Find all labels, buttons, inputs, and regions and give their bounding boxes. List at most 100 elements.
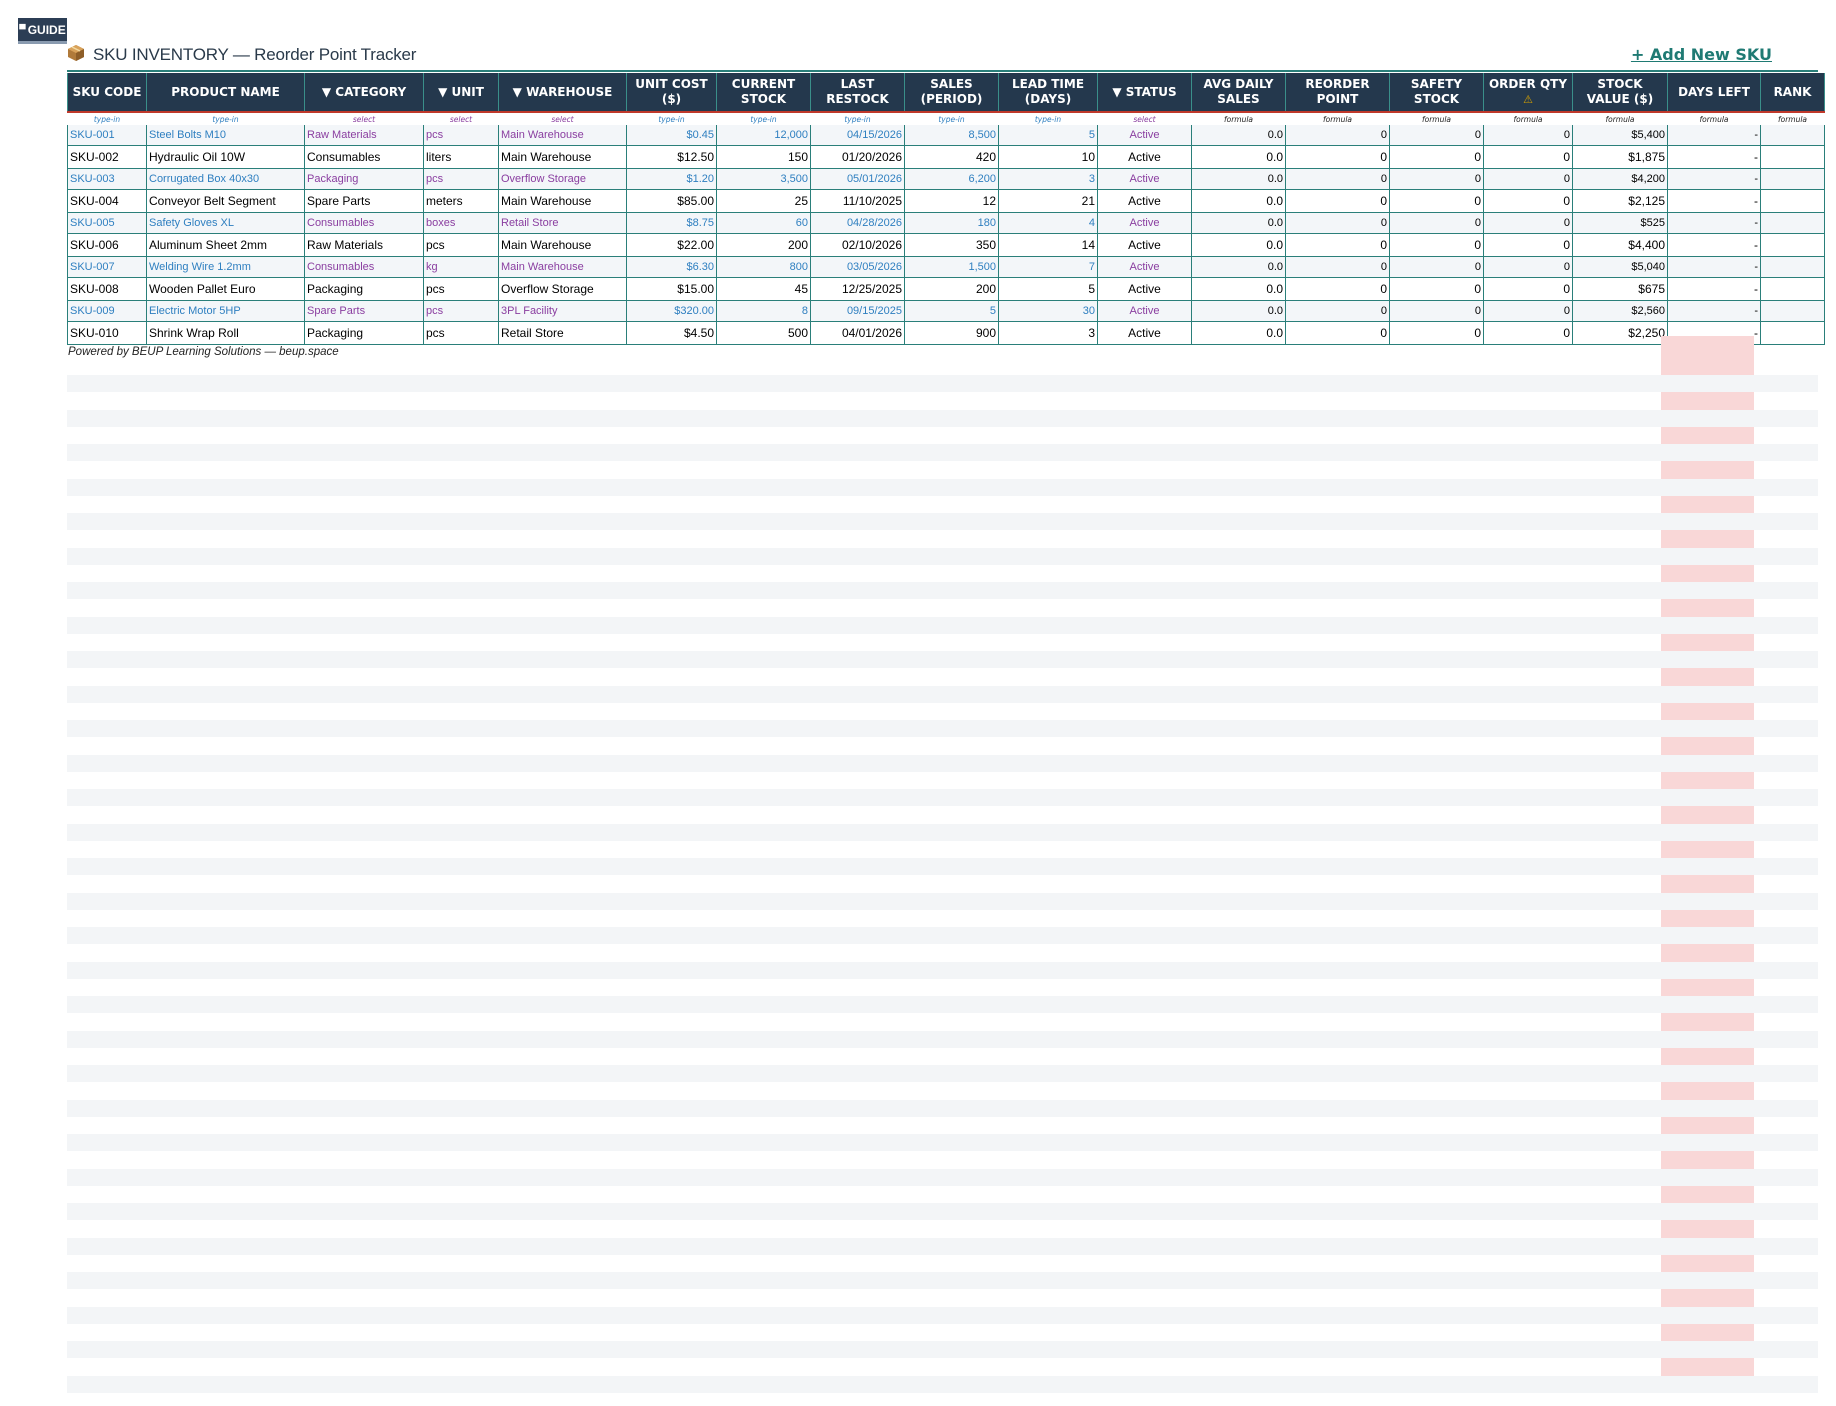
table-cell[interactable]: Packaging	[304, 277, 424, 301]
column-header[interactable]: ▼ UNIT	[423, 73, 499, 113]
table-cell[interactable]: Active	[1097, 277, 1192, 301]
table-cell[interactable]: Aluminum Sheet 2mm	[146, 233, 305, 257]
table-cell[interactable]: 7	[998, 256, 1098, 278]
table-cell[interactable]: Overflow Storage	[498, 277, 627, 301]
table-cell[interactable]: 12/25/2025	[810, 277, 905, 301]
table-cell[interactable]: SKU-002	[67, 145, 147, 169]
table-cell[interactable]: 8,500	[904, 125, 999, 146]
table-cell[interactable]: 6,200	[904, 168, 999, 190]
table-cell[interactable]: pcs	[423, 321, 499, 345]
table-cell[interactable]: $12.50	[626, 145, 717, 169]
table-cell[interactable]: SKU-007	[67, 256, 147, 278]
table-cell[interactable]: pcs	[423, 300, 499, 322]
table-cell[interactable]: 5	[904, 300, 999, 322]
table-cell[interactable]: 45	[716, 277, 811, 301]
table-cell[interactable]: Main Warehouse	[498, 145, 627, 169]
table-cell[interactable]: $15.00	[626, 277, 717, 301]
table-cell[interactable]: $0.45	[626, 125, 717, 146]
table-cell[interactable]: Corrugated Box 40x30	[146, 168, 305, 190]
table-cell[interactable]: 3	[998, 168, 1098, 190]
table-cell[interactable]: Shrink Wrap Roll	[146, 321, 305, 345]
table-cell[interactable]: $22.00	[626, 233, 717, 257]
table-cell[interactable]: Safety Gloves XL	[146, 212, 305, 234]
table-cell[interactable]: Active	[1097, 212, 1192, 234]
table-cell[interactable]: Raw Materials	[304, 125, 424, 146]
table-cell[interactable]: Retail Store	[498, 212, 627, 234]
table-cell[interactable]: 21	[998, 189, 1098, 213]
table-cell[interactable]: Main Warehouse	[498, 233, 627, 257]
table-cell[interactable]: Active	[1097, 125, 1192, 146]
table-cell[interactable]: 12,000	[716, 125, 811, 146]
table-cell[interactable]: kg	[423, 256, 499, 278]
table-cell[interactable]: SKU-010	[67, 321, 147, 345]
table-cell[interactable]: Active	[1097, 145, 1192, 169]
table-cell[interactable]: SKU-008	[67, 277, 147, 301]
table-cell[interactable]: 03/05/2026	[810, 256, 905, 278]
table-cell[interactable]: boxes	[423, 212, 499, 234]
table-cell[interactable]: SKU-005	[67, 212, 147, 234]
table-cell[interactable]: $4.50	[626, 321, 717, 345]
table-cell[interactable]: $8.75	[626, 212, 717, 234]
table-cell[interactable]: 5	[998, 125, 1098, 146]
table-cell[interactable]: Electric Motor 5HP	[146, 300, 305, 322]
table-cell[interactable]: Main Warehouse	[498, 125, 627, 146]
column-header[interactable]: ▼ WAREHOUSE	[498, 73, 627, 113]
table-cell[interactable]: 150	[716, 145, 811, 169]
table-cell[interactable]: 900	[904, 321, 999, 345]
table-cell[interactable]: 09/15/2025	[810, 300, 905, 322]
table-cell[interactable]: Packaging	[304, 168, 424, 190]
table-cell[interactable]: Active	[1097, 300, 1192, 322]
table-cell[interactable]: Retail Store	[498, 321, 627, 345]
table-cell[interactable]: Spare Parts	[304, 300, 424, 322]
table-cell[interactable]: Spare Parts	[304, 189, 424, 213]
table-cell[interactable]: SKU-001	[67, 125, 147, 146]
table-cell[interactable]: 05/01/2026	[810, 168, 905, 190]
guide-button[interactable]: ▀ GUIDE	[18, 18, 67, 41]
table-cell[interactable]: Consumables	[304, 145, 424, 169]
table-cell[interactable]: pcs	[423, 168, 499, 190]
table-cell[interactable]: Overflow Storage	[498, 168, 627, 190]
table-cell[interactable]: 04/28/2026	[810, 212, 905, 234]
table-cell[interactable]: 500	[716, 321, 811, 345]
table-cell[interactable]: Active	[1097, 233, 1192, 257]
table-cell[interactable]: 10	[998, 145, 1098, 169]
table-cell[interactable]: SKU-006	[67, 233, 147, 257]
table-cell[interactable]: Consumables	[304, 212, 424, 234]
table-cell[interactable]: 180	[904, 212, 999, 234]
table-cell[interactable]: 200	[716, 233, 811, 257]
table-cell[interactable]: Raw Materials	[304, 233, 424, 257]
table-cell[interactable]: Steel Bolts M10	[146, 125, 305, 146]
table-cell[interactable]: 200	[904, 277, 999, 301]
table-cell[interactable]: 11/10/2025	[810, 189, 905, 213]
table-cell[interactable]: liters	[423, 145, 499, 169]
table-cell[interactable]: 1,500	[904, 256, 999, 278]
table-cell[interactable]: $85.00	[626, 189, 717, 213]
table-cell[interactable]: 4	[998, 212, 1098, 234]
table-cell[interactable]: Active	[1097, 256, 1192, 278]
table-cell[interactable]: Wooden Pallet Euro	[146, 277, 305, 301]
table-cell[interactable]: 3	[998, 321, 1098, 345]
table-cell[interactable]: pcs	[423, 125, 499, 146]
table-cell[interactable]: pcs	[423, 277, 499, 301]
table-cell[interactable]: Consumables	[304, 256, 424, 278]
table-cell[interactable]: Main Warehouse	[498, 189, 627, 213]
table-cell[interactable]: Active	[1097, 321, 1192, 345]
table-cell[interactable]: 12	[904, 189, 999, 213]
table-cell[interactable]: 14	[998, 233, 1098, 257]
table-cell[interactable]: 3PL Facility	[498, 300, 627, 322]
table-cell[interactable]: 04/15/2026	[810, 125, 905, 146]
table-cell[interactable]: 01/20/2026	[810, 145, 905, 169]
table-cell[interactable]: Welding Wire 1.2mm	[146, 256, 305, 278]
table-cell[interactable]: 350	[904, 233, 999, 257]
table-cell[interactable]: Main Warehouse	[498, 256, 627, 278]
table-cell[interactable]: SKU-004	[67, 189, 147, 213]
table-cell[interactable]: $1.20	[626, 168, 717, 190]
column-header[interactable]: ▼ CATEGORY	[304, 73, 424, 113]
table-cell[interactable]: Conveyor Belt Segment	[146, 189, 305, 213]
table-cell[interactable]: Active	[1097, 168, 1192, 190]
table-cell[interactable]: 8	[716, 300, 811, 322]
table-cell[interactable]: 30	[998, 300, 1098, 322]
table-cell[interactable]: 60	[716, 212, 811, 234]
table-cell[interactable]: Hydraulic Oil 10W	[146, 145, 305, 169]
table-cell[interactable]: 800	[716, 256, 811, 278]
